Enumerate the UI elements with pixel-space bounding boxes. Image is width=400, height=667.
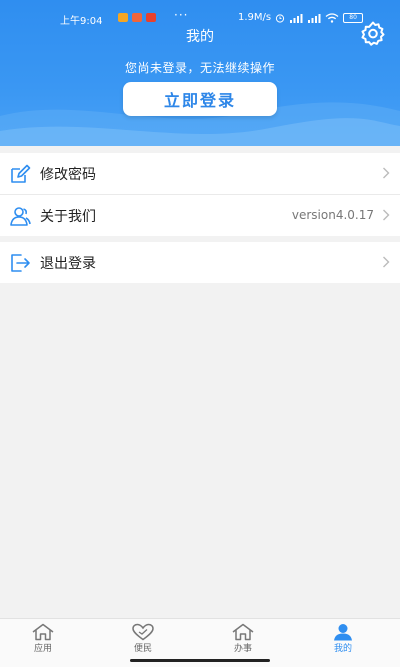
about-us-label: 关于我们 bbox=[40, 209, 96, 225]
chevron-right-icon bbox=[383, 256, 390, 268]
menu-group-account: 修改密码 关于我们 version4.0.17 bbox=[0, 153, 400, 236]
app-version: version4.0.17 bbox=[291, 208, 374, 222]
signal-icon bbox=[290, 13, 303, 23]
app-notification-icon bbox=[146, 13, 156, 22]
tab-convenience-label: 便民 bbox=[133, 644, 152, 654]
logout-icon bbox=[11, 254, 30, 272]
house-icon bbox=[232, 623, 254, 641]
tab-mine-label: 我的 bbox=[333, 644, 352, 654]
about-us-item[interactable]: 关于我们 version4.0.17 bbox=[0, 194, 400, 236]
tab-mine[interactable]: 我的 bbox=[293, 619, 393, 667]
heart-icon bbox=[132, 623, 154, 641]
logout-item[interactable]: 退出登录 bbox=[0, 242, 400, 283]
change-password-label: 修改密码 bbox=[40, 167, 96, 183]
header: 上午9:04 ··· 1.9M/s 80 我的 您尚未登录，无法继续操作 立即登… bbox=[0, 0, 400, 146]
wifi-icon bbox=[325, 12, 339, 23]
app-notification-icon bbox=[132, 13, 142, 22]
settings-gear-icon[interactable] bbox=[360, 20, 386, 46]
users-icon bbox=[10, 207, 31, 226]
chevron-right-icon bbox=[383, 209, 390, 221]
alarm-icon bbox=[276, 13, 285, 23]
status-time: 上午9:04 bbox=[60, 16, 103, 27]
tab-apps[interactable]: 应用 bbox=[0, 619, 93, 667]
chevron-right-icon bbox=[383, 167, 390, 179]
tab-services-label: 办事 bbox=[233, 644, 252, 654]
page-title: 我的 bbox=[186, 29, 214, 45]
login-hint: 您尚未登录，无法继续操作 bbox=[124, 61, 275, 75]
status-right: 1.9M/s 80 bbox=[238, 12, 364, 23]
login-button[interactable]: 立即登录 bbox=[123, 82, 277, 116]
signal-icon bbox=[308, 13, 321, 23]
notification-icons bbox=[118, 13, 156, 22]
home-indicator[interactable] bbox=[130, 659, 270, 662]
change-password-item[interactable]: 修改密码 bbox=[0, 153, 400, 194]
app-notification-icon bbox=[118, 13, 128, 22]
network-speed: 1.9M/s bbox=[238, 12, 272, 23]
logout-label: 退出登录 bbox=[40, 256, 96, 272]
menu-group-logout: 退出登录 bbox=[0, 242, 400, 283]
house-icon bbox=[32, 623, 54, 641]
person-icon bbox=[334, 624, 352, 641]
tab-apps-label: 应用 bbox=[33, 644, 52, 654]
more-notifications: ··· bbox=[174, 8, 189, 22]
edit-icon bbox=[11, 164, 31, 183]
